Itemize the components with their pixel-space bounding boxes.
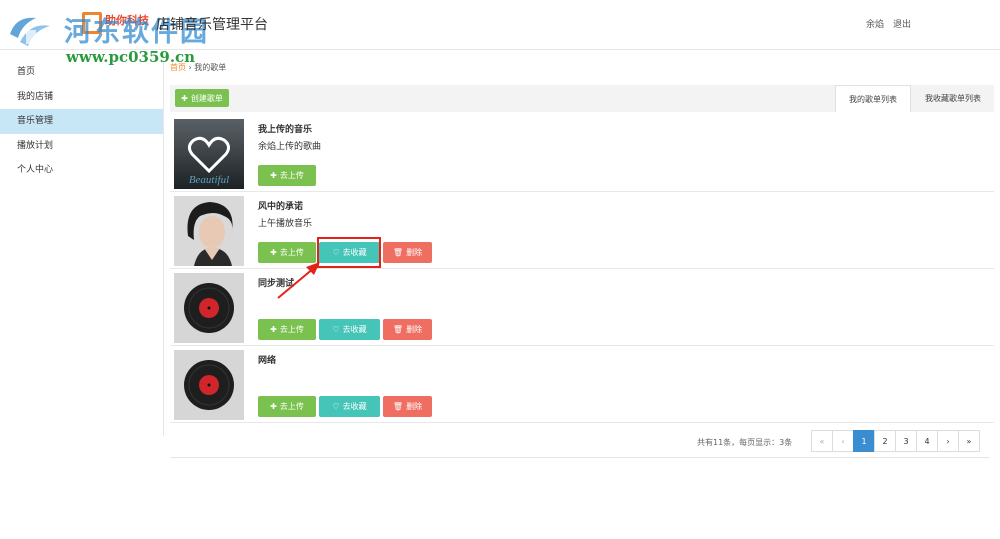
page-1-button[interactable]: 1	[853, 430, 875, 452]
watermark-logo-icon	[10, 17, 50, 46]
trash-icon: 🗑	[392, 248, 404, 257]
plus-icon: ✚	[270, 402, 277, 411]
page-4-button[interactable]: 4	[916, 430, 938, 452]
create-playlist-label: 创建歌单	[190, 93, 223, 103]
tab-favorite-playlists[interactable]: 我收藏歌单列表	[912, 85, 994, 112]
plus-icon: ✚	[270, 171, 277, 180]
delete-button[interactable]: 🗑 删除	[383, 242, 432, 263]
delete-button[interactable]: 🗑 删除	[383, 396, 432, 417]
playlist-description: 上午播放音乐	[258, 219, 313, 229]
playlist-cover-image	[174, 196, 244, 266]
delete-label: 删除	[406, 325, 423, 334]
trash-icon: 🗑	[392, 325, 404, 334]
delete-button[interactable]: 🗑 删除	[383, 319, 432, 340]
playlist-title[interactable]: 同步测试	[258, 276, 294, 289]
next-page-button[interactable]: ›	[937, 430, 959, 452]
plus-icon: ✚	[181, 93, 188, 103]
favorite-button[interactable]: ♡ 去收藏	[319, 319, 380, 340]
sidebar-item-personal-center[interactable]: 个人中心	[0, 158, 163, 183]
heart-icon: ♡	[332, 402, 340, 411]
upload-label: 去上传	[279, 171, 304, 180]
playlist-title[interactable]: 我上传的音乐	[258, 122, 312, 135]
tab-my-playlists[interactable]: 我的歌单列表	[835, 85, 911, 112]
cover-caption: Beautiful	[189, 174, 229, 186]
playlist-list: Beautiful 我上传的音乐 余焰上传的歌曲 ✚ 去上传 风中的承诺 上午播…	[170, 115, 994, 423]
playlist-description: 余焰上传的歌曲	[258, 142, 322, 152]
playlist-actions: ✚ 去上传 ♡ 去收藏 🗑 删除	[258, 319, 432, 340]
delete-label: 删除	[406, 248, 423, 257]
list-item: 网络 ✚ 去上传 ♡ 去收藏 🗑 删除	[170, 346, 994, 423]
vinyl-record-icon	[174, 273, 244, 343]
sidebar-item-my-store[interactable]: 我的店铺	[0, 85, 163, 110]
trash-icon: 🗑	[392, 402, 404, 411]
list-item: 风中的承诺 上午播放音乐 ✚ 去上传 ♡ 去收藏 🗑 删除	[170, 192, 994, 269]
favorite-label: 去收藏	[342, 248, 367, 257]
favorite-button[interactable]: ♡ 去收藏	[319, 242, 380, 263]
app-title: 店铺音乐管理平台	[156, 17, 268, 33]
breadcrumb-current: 我的歌单	[194, 63, 227, 72]
user-name[interactable]: 余焰	[866, 17, 884, 30]
playlist-title[interactable]: 网络	[258, 353, 276, 366]
playlist-actions: ✚ 去上传 ♡ 去收藏 🗑 删除	[258, 242, 432, 263]
favorite-button[interactable]: ♡ 去收藏	[319, 396, 380, 417]
playlist-actions: ✚ 去上传	[258, 165, 316, 186]
vinyl-record-icon	[174, 350, 244, 420]
favorite-label: 去收藏	[342, 325, 367, 334]
sidebar-item-music-management[interactable]: 音乐管理	[0, 109, 163, 134]
upload-button[interactable]: ✚ 去上传	[258, 319, 316, 340]
first-page-button[interactable]: «	[811, 430, 833, 452]
divider	[170, 457, 990, 458]
sidebar: 首页 我的店铺 音乐管理 播放计划 个人中心	[0, 60, 164, 436]
heart-icon: ♡	[332, 248, 340, 257]
playlist-actions: ✚ 去上传 ♡ 去收藏 🗑 删除	[258, 396, 432, 417]
list-item: Beautiful 我上传的音乐 余焰上传的歌曲 ✚ 去上传	[170, 115, 994, 192]
list-item: 同步测试 ✚ 去上传 ♡ 去收藏 🗑 删除	[170, 269, 994, 346]
upload-label: 去上传	[279, 402, 304, 411]
page-3-button[interactable]: 3	[895, 430, 917, 452]
upload-button[interactable]: ✚ 去上传	[258, 242, 316, 263]
upload-button[interactable]: ✚ 去上传	[258, 165, 316, 186]
pagination: « ‹ 1 2 3 4 › »	[811, 430, 980, 452]
sidebar-item-play-plan[interactable]: 播放计划	[0, 134, 163, 159]
upload-label: 去上传	[279, 248, 304, 257]
plus-icon: ✚	[270, 248, 277, 257]
upload-label: 去上传	[279, 325, 304, 334]
playlist-title[interactable]: 风中的承诺	[258, 199, 303, 212]
logout-link[interactable]: 退出	[893, 17, 911, 30]
pagination-summary: 共有11条，每页显示：3条	[697, 438, 793, 447]
app-header: 助你科技 河东软件园 店铺音乐管理平台 余焰 退出	[0, 0, 1000, 50]
last-page-button[interactable]: »	[958, 430, 980, 452]
create-playlist-button[interactable]: ✚ 创建歌单	[175, 89, 229, 107]
upload-button[interactable]: ✚ 去上传	[258, 396, 316, 417]
watermark-url: www.pc0359.cn	[66, 48, 196, 66]
plus-icon: ✚	[270, 325, 277, 334]
playlist-cover-image: Beautiful	[174, 119, 244, 189]
delete-label: 删除	[406, 402, 423, 411]
favorite-label: 去收藏	[342, 402, 367, 411]
heart-icon: ♡	[332, 325, 340, 334]
prev-page-button[interactable]: ‹	[832, 430, 854, 452]
page-2-button[interactable]: 2	[874, 430, 896, 452]
